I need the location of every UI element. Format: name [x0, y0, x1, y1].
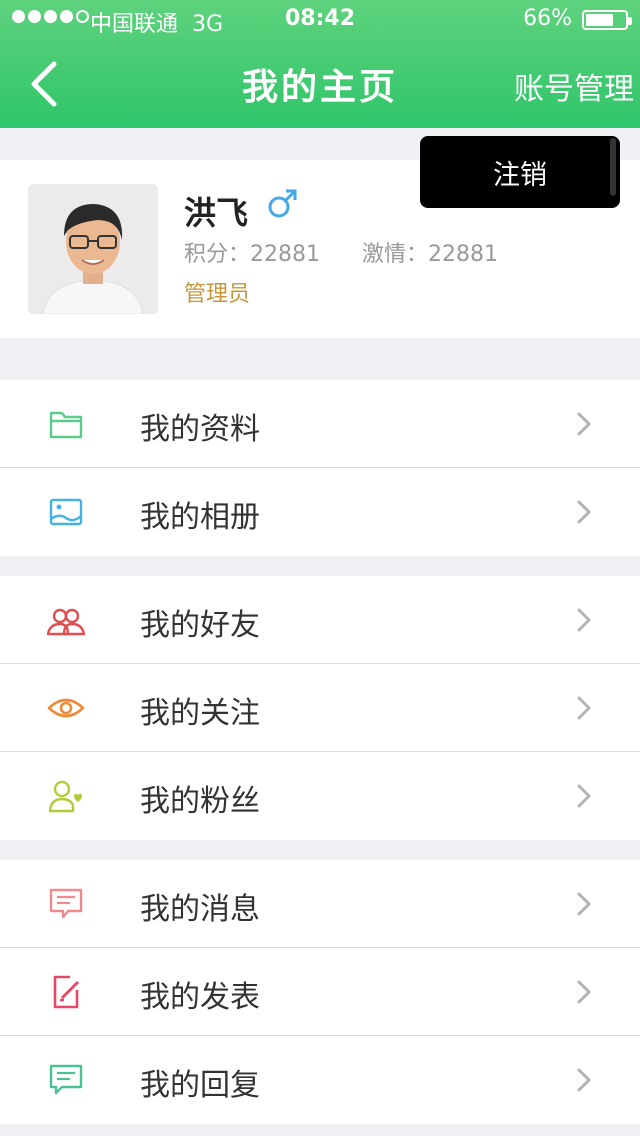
chevron-right-icon — [577, 784, 591, 808]
menu-item-label: 我的发表 — [140, 980, 260, 1015]
message-icon — [49, 888, 83, 919]
logout-button[interactable]: 注销 — [493, 153, 547, 192]
status-bar: 中国联通 3G 08:42 66% — [0, 0, 640, 40]
menu-item-label: 我的相册 — [140, 500, 260, 535]
menu-item-label: 我的资料 — [140, 412, 260, 447]
menu-item-my-fans[interactable]: 我的粉丝 — [0, 752, 640, 840]
menu-item-my-album[interactable]: 我的相册 — [0, 468, 640, 556]
passion-label: 激情： — [362, 242, 429, 267]
menu-item-my-posts[interactable]: 我的发表 — [0, 948, 640, 1036]
reply-icon — [49, 1064, 83, 1095]
friends-icon — [46, 608, 86, 636]
menu-item-my-replies[interactable]: 我的回复 — [0, 1036, 640, 1124]
chevron-right-icon — [577, 1068, 591, 1092]
menu-item-label: 我的好友 — [140, 608, 260, 643]
chevron-right-icon — [577, 500, 591, 524]
male-icon — [268, 189, 297, 218]
menu-item-label: 我的回复 — [140, 1068, 260, 1103]
user-photo-icon — [28, 184, 158, 314]
folder-icon — [49, 411, 83, 439]
user-role-badge: 管理员 — [184, 282, 251, 307]
user-name: 洪飞 — [184, 194, 249, 232]
header-bar: 中国联通 3G 08:42 66% 我的主页 账号管理 — [0, 0, 640, 128]
chevron-right-icon — [577, 696, 591, 720]
menu-item-my-messages[interactable]: 我的消息 — [0, 860, 640, 948]
chevron-right-icon — [577, 412, 591, 436]
avatar[interactable] — [28, 184, 158, 314]
menu-item-my-friends[interactable]: 我的好友 — [0, 576, 640, 664]
menu-item-label: 我的关注 — [140, 696, 260, 731]
menu-item-my-profile[interactable]: 我的资料 — [0, 380, 640, 468]
battery-percent: 66% — [523, 6, 572, 31]
account-management-button[interactable]: 账号管理 — [514, 64, 634, 108]
chevron-right-icon — [577, 892, 591, 916]
account-popup-menu: 注销 — [420, 136, 620, 208]
points-value: 22881 — [250, 242, 321, 267]
chevron-right-icon — [577, 980, 591, 1004]
passion-value: 22881 — [428, 242, 499, 267]
picture-icon — [49, 498, 83, 526]
chevron-right-icon — [577, 608, 591, 632]
popup-scrollbar — [610, 138, 616, 196]
battery-icon — [582, 10, 632, 30]
menu-group-social: 我的好友 我的关注 我的粉丝 — [0, 576, 640, 840]
user-stats: 积分：22881 激情：22881 — [184, 236, 498, 268]
menu-item-label: 我的消息 — [140, 892, 260, 927]
menu-group-posts: 我的消息 我的发表 我的回复 — [0, 860, 640, 1124]
fan-user-icon — [48, 780, 82, 813]
eye-icon — [47, 698, 85, 718]
edit-icon — [53, 975, 80, 1009]
menu-item-label: 我的粉丝 — [140, 784, 260, 819]
menu-group-profile: 我的资料 我的相册 — [0, 380, 640, 556]
points-label: 积分： — [184, 242, 251, 267]
menu-item-my-following[interactable]: 我的关注 — [0, 664, 640, 752]
